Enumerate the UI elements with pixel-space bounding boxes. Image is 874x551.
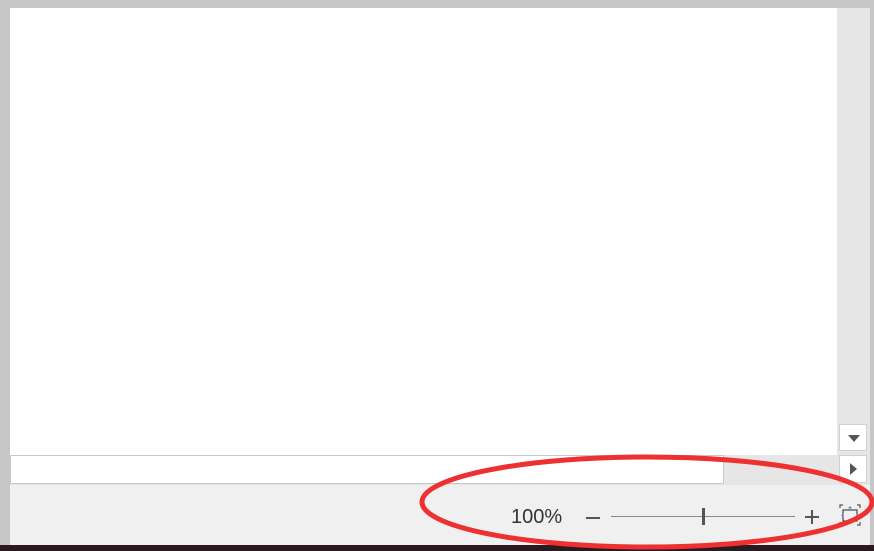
scroll-right-button[interactable] <box>839 455 867 483</box>
fit-slide-to-window-button[interactable] <box>838 503 862 527</box>
window-frame-top <box>0 0 874 8</box>
taskbar-edge <box>0 545 874 551</box>
horizontal-scroll-thumb[interactable] <box>10 455 724 484</box>
vertical-scrollbar[interactable] <box>837 8 870 455</box>
fit-slide-icon <box>839 504 861 526</box>
zoom-in-button[interactable] <box>803 505 823 529</box>
document-canvas[interactable] <box>10 8 837 455</box>
window-frame-left <box>0 0 10 545</box>
triangle-down-icon <box>848 435 860 442</box>
triangle-right-icon <box>850 463 857 475</box>
zoom-out-button[interactable] <box>584 503 604 531</box>
scroll-down-button[interactable] <box>839 424 867 451</box>
zoom-slider-thumb[interactable] <box>702 508 705 525</box>
window-frame-right <box>870 0 874 545</box>
zoom-level-label[interactable]: 100% <box>511 505 562 529</box>
status-bar <box>10 485 870 545</box>
app-window: 100% <box>0 0 874 551</box>
